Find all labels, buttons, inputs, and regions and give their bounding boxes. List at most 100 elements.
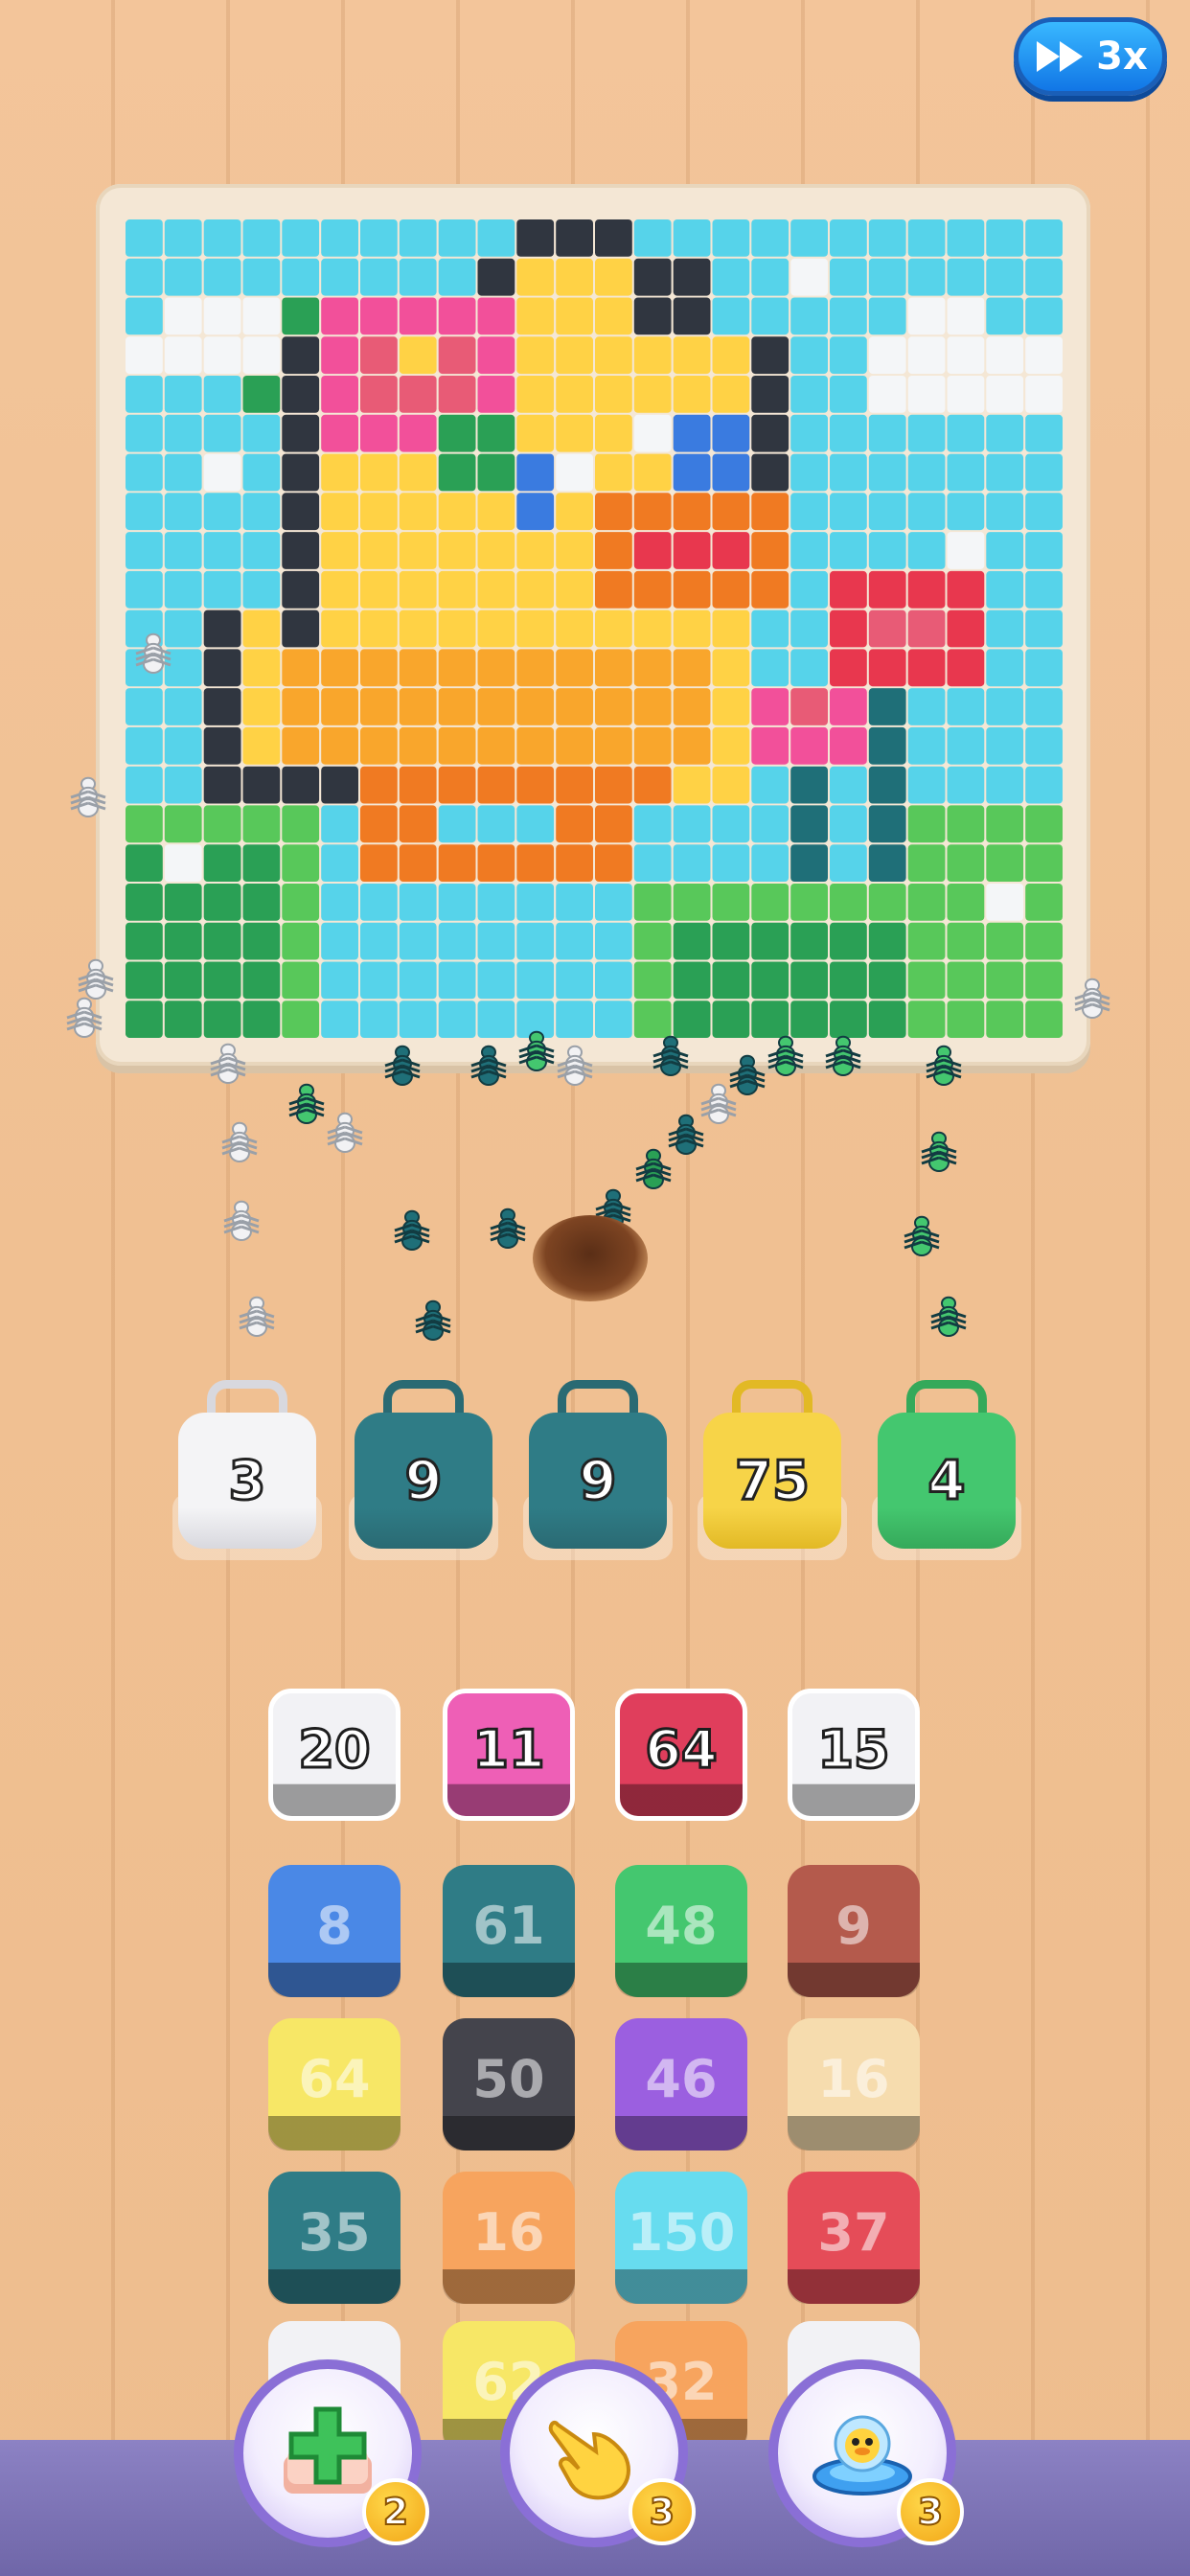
pixel-block	[360, 1000, 398, 1038]
pixel-block	[556, 336, 593, 375]
pixel-block	[633, 961, 672, 1000]
pixel-block	[712, 844, 750, 882]
pixel-block	[712, 884, 750, 921]
pixel-block	[907, 258, 946, 296]
pixel-block	[947, 219, 985, 257]
pixel-block	[399, 414, 437, 452]
ant-tile[interactable]: 64	[615, 1689, 747, 1821]
pixel-block	[907, 766, 946, 804]
pixel-block	[1025, 493, 1063, 531]
pixel-block	[164, 961, 202, 1000]
bucket-count: 9	[355, 1413, 492, 1549]
ant-tile[interactable]: 20	[268, 1689, 400, 1821]
pixel-block	[751, 493, 790, 531]
pixel-block	[751, 453, 790, 492]
pixel-block	[595, 766, 632, 804]
pixel-block	[242, 414, 281, 452]
pixel-block	[907, 726, 946, 765]
pixel-block	[633, 805, 672, 843]
pixel-block	[868, 884, 906, 921]
pixel-block	[947, 532, 985, 569]
pixel-block	[830, 766, 867, 804]
pixel-block	[164, 453, 202, 492]
pixel-block	[242, 961, 281, 1000]
tile-count: 46	[645, 2048, 718, 2109]
pixel-block	[830, 258, 867, 296]
pixel-block	[986, 453, 1024, 492]
pixel-block	[1025, 884, 1063, 921]
pixel-block	[712, 726, 750, 765]
pixel-block	[868, 532, 906, 569]
pixel-block	[595, 922, 632, 960]
pixel-block	[907, 297, 946, 335]
pixel-block	[633, 258, 672, 296]
pixel-block	[790, 453, 828, 492]
pixel-block	[751, 805, 790, 843]
pixel-block	[1025, 532, 1063, 569]
ant-tile[interactable]: 11	[443, 1689, 575, 1821]
pixel-block	[203, 453, 241, 492]
pixel-block	[712, 570, 750, 609]
pixel-block	[790, 1000, 828, 1038]
pixel-block	[947, 376, 985, 413]
pixel-block	[790, 336, 828, 375]
pixel-block	[399, 805, 437, 843]
ant	[394, 1209, 430, 1251]
pixel-block	[751, 726, 790, 765]
pixel-block	[203, 258, 241, 296]
pixel-block	[1025, 766, 1063, 804]
pixel-block	[126, 570, 163, 609]
pixel-block	[516, 649, 555, 687]
pixel-block	[242, 649, 281, 687]
bucket-count: 3	[178, 1413, 316, 1549]
pixel-block	[282, 570, 320, 609]
pixel-block	[712, 649, 750, 687]
pixel-block	[399, 884, 437, 921]
pixel-block	[360, 336, 398, 375]
pixel-block	[830, 297, 867, 335]
pixel-block	[712, 532, 750, 569]
pixel-block	[868, 766, 906, 804]
tile-count: 16	[817, 2048, 890, 2109]
pixel-block	[751, 1000, 790, 1038]
pixel-block	[556, 726, 593, 765]
booster-tap-hand-button[interactable]: 3	[500, 2359, 696, 2547]
pixel-block	[477, 297, 515, 335]
pixel-block	[321, 219, 358, 257]
pixel-block	[321, 336, 358, 375]
pixel-block	[164, 532, 202, 569]
pixel-block	[907, 414, 946, 452]
pixel-art-board	[126, 219, 1063, 1038]
pixel-block	[242, 376, 281, 413]
pixel-block	[477, 805, 515, 843]
pixel-block	[712, 922, 750, 960]
pixel-block	[986, 297, 1024, 335]
pixel-block	[986, 805, 1024, 843]
tile-count: 50	[472, 2048, 545, 2109]
pixel-block	[556, 414, 593, 452]
pixel-block	[126, 922, 163, 960]
pixel-block	[126, 297, 163, 335]
pixel-block	[438, 961, 476, 1000]
pixel-block	[360, 884, 398, 921]
tile-count: 8	[316, 1895, 353, 1956]
pixel-block	[751, 922, 790, 960]
pixel-block	[360, 258, 398, 296]
pixel-block	[633, 726, 672, 765]
pixel-block	[830, 570, 867, 609]
pixel-block	[477, 219, 515, 257]
ant-tile[interactable]: 15	[788, 1689, 920, 1821]
pixel-block	[556, 649, 593, 687]
booster-add-slot-button[interactable]: 2	[234, 2359, 429, 2547]
pixel-block	[790, 376, 828, 413]
pixel-block	[516, 1000, 555, 1038]
pixel-block	[164, 844, 202, 882]
pixel-block	[986, 688, 1024, 725]
booster-ufo-button[interactable]: 3	[768, 2359, 964, 2547]
pixel-block	[907, 805, 946, 843]
ant	[327, 1112, 363, 1153]
speed-toggle-button[interactable]: 3x	[1014, 17, 1167, 96]
ant-tile: 150	[615, 2172, 747, 2304]
pixel-block	[399, 844, 437, 882]
pixel-block	[556, 688, 593, 725]
